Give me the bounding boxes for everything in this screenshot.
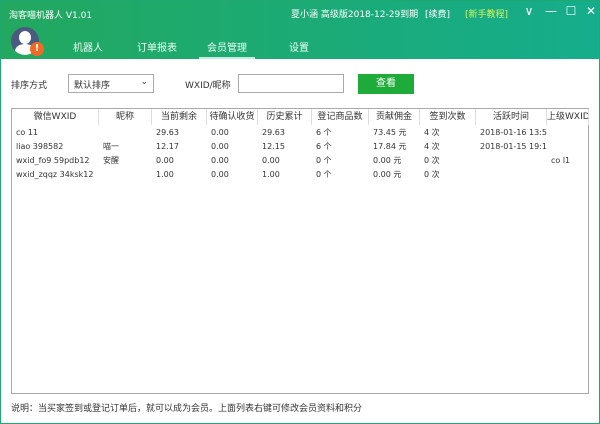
column-header-checkins[interactable]: 签到次数 (420, 109, 476, 125)
column-header-pending[interactable]: 待确认收货 (207, 109, 258, 125)
member-table: 微信WXID 昵称 当前剩余 待确认收货 历史累计 登记商品数 贡献佣金 签到次数 活跃时间 上级… (11, 108, 589, 394)
cell-items: 0 个 (316, 170, 332, 179)
app-window: 淘客喵机器人 V1.01 夏小涵 高级版2018-12-29到期 [续费] [新… (0, 0, 600, 424)
cell-pending: 0.00 (211, 170, 229, 179)
cell-balance: 12.17 (156, 142, 179, 151)
cell-checkins: 0 次 (424, 156, 440, 165)
sort-value: 默认排序 (74, 81, 111, 91)
tab-robot[interactable]: 机器人 (73, 39, 103, 54)
table-row[interactable]: co 11 29.63 0.00 29.63 6 个 73.45 元 4 次 2018-01-… (12, 126, 588, 140)
cell-items: 6 个 (316, 128, 332, 137)
maximize-icon[interactable]: ☐ (563, 4, 579, 18)
tab-order-report[interactable]: 订单报表 (137, 39, 177, 54)
cell-pending: 0.00 (211, 142, 229, 151)
chevron-down-icon: ⌄ (140, 77, 148, 87)
cell-checkins: 4 次 (424, 128, 440, 137)
cell-nickname (99, 168, 152, 182)
cell-commission: 73.45 元 (373, 128, 407, 137)
cell-parent-wxid (547, 140, 589, 154)
app-title: 淘客喵机器人 V1.01 (9, 11, 93, 21)
cell-commission: 0.00 元 (373, 156, 402, 165)
tab-member-management[interactable]: 会员管理 (199, 39, 255, 59)
table-header: 微信WXID 昵称 当前剩余 待确认收货 历史累计 登记商品数 贡献佣金 签到次数 活跃时间 上级… (12, 109, 589, 125)
minimize-icon[interactable]: — (543, 4, 559, 18)
warning-icon: ! (30, 42, 44, 56)
cell-parent-wxid (547, 168, 589, 182)
cell-active-time (476, 154, 547, 168)
cell-pending: 0.00 (211, 156, 229, 165)
column-header-history[interactable]: 历史累计 (258, 109, 312, 125)
cell-active-time (476, 168, 547, 182)
cell-history: 12.15 (262, 142, 285, 151)
column-header-parent-wxid[interactable]: 上级WXID (547, 109, 589, 125)
cell-checkins: 0 次 (424, 170, 440, 179)
table-row[interactable]: liao 398582 喵一 12.17 0.00 12.15 6 个 17.84 元 4 次… (12, 140, 588, 154)
cell-wxid: co 11 (16, 128, 39, 137)
tutorial-link[interactable]: [新手教程] (465, 7, 508, 20)
column-header-commission[interactable]: 贡献佣金 (369, 109, 420, 125)
wxid-label: WXID/昵称 (185, 81, 231, 91)
cell-active-time: 2018-01-15 19:15: (480, 142, 547, 151)
search-button[interactable]: 查看 (358, 74, 414, 94)
sort-label: 排序方式 (11, 81, 48, 91)
tab-settings[interactable]: 设置 (289, 39, 309, 54)
renew-link[interactable]: [续费] (425, 7, 450, 20)
cell-nickname (99, 126, 152, 140)
table-row[interactable]: wxid_fo9 59pdb12 安醒 0.00 0.00 0.00 0 个 0.00 元 0… (12, 154, 588, 168)
cell-balance: 1.00 (156, 170, 174, 179)
column-header-nickname[interactable]: 昵称 (99, 109, 152, 125)
cell-wxid: liao 398582 (16, 142, 64, 151)
cell-parent-wxid (547, 126, 589, 140)
cell-items: 6 个 (316, 142, 332, 151)
column-header-balance[interactable]: 当前剩余 (152, 109, 207, 125)
wxid-input[interactable] (238, 74, 344, 93)
cell-history: 0.00 (262, 156, 280, 165)
account-info: 夏小涵 高级版2018-12-29到期 (291, 10, 419, 20)
cell-history: 1.00 (262, 170, 280, 179)
footer-note: 说明：当买家签到或登记订单后，就可以成为会员。上面列表右键可修改会员资料和积分 (11, 404, 363, 414)
cell-wxid: wxid_zqqz 34ksk12 (16, 170, 94, 179)
cell-nickname: 安醒 (103, 156, 119, 165)
cell-active-time: 2018-01-16 13:51: (480, 128, 547, 137)
cell-balance: 0.00 (156, 156, 174, 165)
column-header-active-time[interactable]: 活跃时间 (476, 109, 547, 125)
cell-nickname: 喵一 (103, 142, 119, 151)
header: 淘客喵机器人 V1.01 夏小涵 高级版2018-12-29到期 [续费] [新… (1, 1, 599, 59)
close-icon[interactable]: ✕ (583, 4, 599, 18)
cell-commission: 0.00 元 (373, 170, 402, 179)
cell-history: 29.63 (262, 128, 285, 137)
column-header-items[interactable]: 登记商品数 (312, 109, 369, 125)
cell-pending: 0.00 (211, 128, 229, 137)
cell-commission: 17.84 元 (373, 142, 407, 151)
table-row[interactable]: wxid_zqqz 34ksk12 1.00 0.00 1.00 0 个 0.00 元 0 … (12, 168, 588, 182)
dropdown-icon[interactable]: ∨ (521, 4, 537, 18)
column-header-wxid[interactable]: 微信WXID (12, 109, 99, 125)
cell-parent-wxid: co l1 (551, 156, 571, 165)
sort-select[interactable]: 默认排序 ⌄ (68, 74, 154, 93)
cell-checkins: 4 次 (424, 142, 440, 151)
cell-balance: 29.63 (156, 128, 179, 137)
cell-wxid: wxid_fo9 59pdb12 (16, 156, 90, 165)
cell-items: 0 个 (316, 156, 332, 165)
